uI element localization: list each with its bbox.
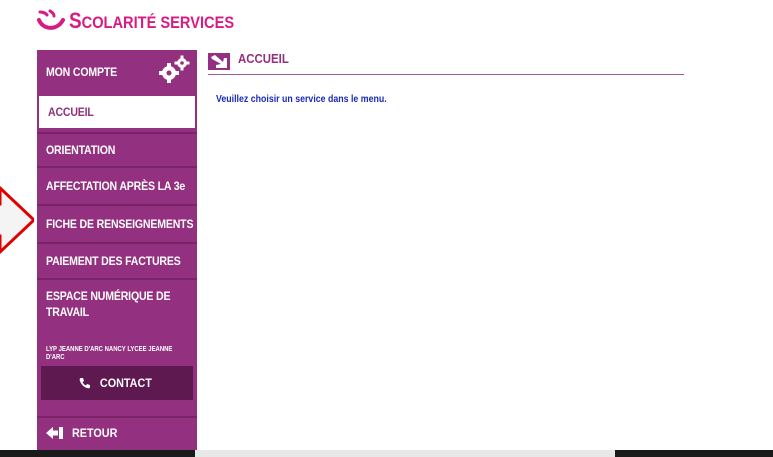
bottom-scroll-area: [195, 450, 615, 457]
arrow-down-right-icon: [208, 53, 230, 70]
brand-name: SCOLARITÉ SERVICES: [69, 8, 235, 33]
sidebar-item-orientation[interactable]: ORIENTATION: [37, 132, 197, 166]
contact-button[interactable]: CONTACT: [41, 366, 193, 400]
phone-icon: [79, 378, 91, 389]
retour-button[interactable]: RETOUR: [37, 416, 197, 448]
red-arrow-left-icon: [0, 185, 34, 255]
info-message: Veuillez choisir un service dans le menu…: [216, 94, 387, 105]
sidebar: MON COMPTE ACCUEIL ORIENTATION AFFECTATI…: [37, 50, 197, 457]
sidebar-item-mon-compte[interactable]: MON COMPTE: [37, 50, 197, 94]
gears-icon: [159, 55, 190, 83]
sidebar-item-paiement-factures[interactable]: PAIEMENT DES FACTURES: [37, 242, 197, 278]
back-arrow-icon: [46, 427, 63, 439]
sidebar-item-fiche-renseignements[interactable]: FICHE DE RENSEIGNEMENTS: [37, 204, 197, 242]
page-title: ACCUEIL: [238, 51, 289, 66]
school-name: LYP JEANNE D'ARC NANCY LYCEE JEANNE D'AR…: [46, 346, 173, 361]
sidebar-item-accueil[interactable]: ACCUEIL: [37, 94, 197, 130]
brand-mark-icon: [37, 9, 65, 33]
brand-logo[interactable]: SCOLARITÉ SERVICES: [37, 8, 261, 34]
sidebar-item-affectation[interactable]: AFFECTATION APRÈS LA 3e: [37, 166, 197, 204]
page-header: ACCUEIL: [208, 50, 684, 75]
bottom-bar: [0, 450, 773, 457]
sidebar-item-espace-numerique[interactable]: ESPACE NUMÉRIQUE DE TRAVAIL: [37, 278, 197, 328]
